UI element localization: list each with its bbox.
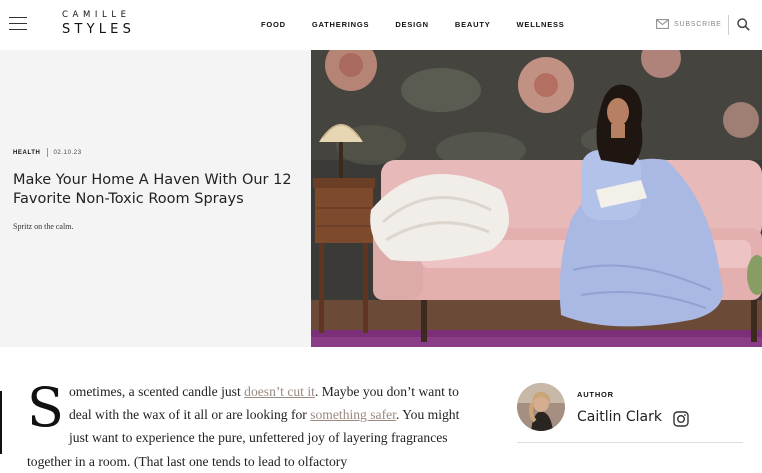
header-divider <box>728 15 729 35</box>
article-accent-bar <box>0 391 2 454</box>
instagram-icon[interactable] <box>673 411 689 427</box>
nav-beauty[interactable]: BEAUTY <box>455 20 491 29</box>
site-logo[interactable]: CAMILLE STYLES <box>62 10 158 38</box>
menu-icon[interactable] <box>9 17 27 31</box>
site-header: CAMILLE STYLES FOOD GATHERINGS DESIGN BE… <box>0 0 762 50</box>
subscribe-button[interactable]: SUBSCRIBE <box>656 19 722 29</box>
post-date: 02.10.23 <box>53 149 82 156</box>
drop-cap: S <box>27 376 64 439</box>
nav-design[interactable]: DESIGN <box>395 20 429 29</box>
nav-wellness[interactable]: WELLNESS <box>517 20 565 29</box>
search-icon[interactable] <box>737 18 750 31</box>
main-nav: FOOD GATHERINGS DESIGN BEAUTY WELLNESS <box>250 20 591 29</box>
hero-image <box>311 50 762 347</box>
nav-food[interactable]: FOOD <box>261 20 286 29</box>
mail-icon <box>656 19 669 29</box>
post-meta: HEALTH 02.10.23 <box>13 148 82 157</box>
logo-line-2: STYLES <box>62 22 136 37</box>
nav-gatherings[interactable]: GATHERINGS <box>312 20 369 29</box>
post-title[interactable]: Make Your Home A Haven With Our 12 Favor… <box>13 171 298 208</box>
category-link[interactable]: HEALTH <box>13 150 41 156</box>
meta-divider <box>46 148 48 157</box>
author-name[interactable]: Caitlin Clark <box>577 409 662 425</box>
subscribe-label: SUBSCRIBE <box>674 20 722 28</box>
logo-line-1: CAMILLE <box>62 10 131 20</box>
author-label: AUTHOR <box>577 390 614 399</box>
author-divider <box>517 442 743 443</box>
post-subtitle: Spritz on the calm. <box>13 222 74 231</box>
article-text-1: ometimes, a scented candle just <box>69 384 245 399</box>
author-avatar[interactable] <box>517 383 565 431</box>
article-link-something-safer[interactable]: something safer <box>310 407 396 422</box>
article-link-doesnt-cut-it[interactable]: doesn’t cut it <box>244 384 315 399</box>
article-body: Sometimes, a scented candle just doesn’t… <box>27 380 482 473</box>
